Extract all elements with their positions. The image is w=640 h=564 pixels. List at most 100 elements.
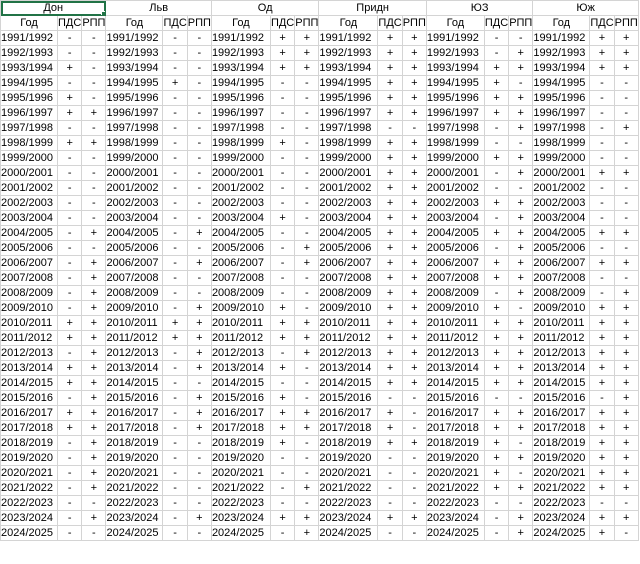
pds-cell[interactable]: - — [56, 435, 83, 451]
rpp-cell[interactable]: + — [294, 30, 320, 46]
rpp-cell[interactable]: + — [401, 285, 427, 301]
rpp-cell[interactable]: + — [613, 405, 639, 421]
pds-cell[interactable]: + — [162, 330, 188, 346]
rpp-cell[interactable]: - — [186, 180, 212, 196]
column-header-cell[interactable]: ПДС — [483, 15, 510, 31]
rpp-cell[interactable]: + — [508, 150, 534, 166]
year-cell[interactable]: 2007/2008 — [210, 270, 271, 286]
rpp-cell[interactable]: + — [508, 195, 534, 211]
rpp-cell[interactable]: - — [186, 480, 212, 496]
pds-cell[interactable]: - — [56, 210, 83, 226]
year-cell[interactable]: 1993/1994 — [425, 60, 485, 76]
year-cell[interactable]: 2003/2004 — [318, 210, 379, 226]
pds-cell[interactable]: - — [483, 495, 510, 511]
rpp-cell[interactable]: + — [613, 330, 639, 346]
column-header-cell[interactable]: РПП — [613, 15, 639, 31]
pds-cell[interactable]: - — [269, 105, 296, 121]
pds-cell[interactable]: + — [377, 300, 403, 316]
rpp-cell[interactable]: + — [508, 525, 534, 541]
rpp-cell[interactable]: + — [81, 360, 107, 376]
rpp-cell[interactable]: + — [613, 360, 639, 376]
pds-cell[interactable]: - — [56, 345, 83, 361]
year-cell[interactable]: 2020/2021 — [0, 465, 58, 481]
rpp-cell[interactable]: - — [186, 495, 212, 511]
pds-cell[interactable]: - — [56, 255, 83, 271]
pds-cell[interactable]: - — [162, 390, 188, 406]
year-cell[interactable]: 2022/2023 — [532, 495, 591, 511]
rpp-cell[interactable]: + — [613, 255, 639, 271]
pds-cell[interactable]: - — [269, 225, 296, 241]
pds-cell[interactable]: - — [589, 150, 615, 166]
pds-cell[interactable]: + — [483, 150, 510, 166]
year-cell[interactable]: 2024/2025 — [532, 525, 591, 541]
pds-cell[interactable]: - — [269, 150, 296, 166]
rpp-cell[interactable]: - — [186, 45, 212, 61]
rpp-cell[interactable]: + — [81, 435, 107, 451]
pds-cell[interactable]: - — [162, 255, 188, 271]
region-header-cell[interactable]: Льв — [105, 0, 212, 16]
pds-cell[interactable]: - — [269, 180, 296, 196]
year-cell[interactable]: 1999/2000 — [0, 150, 58, 166]
rpp-cell[interactable]: + — [81, 300, 107, 316]
column-header-cell[interactable]: Год — [210, 15, 271, 31]
year-cell[interactable]: 2019/2020 — [105, 450, 164, 466]
year-cell[interactable]: 2021/2022 — [0, 480, 58, 496]
rpp-cell[interactable]: + — [186, 360, 212, 376]
pds-cell[interactable]: + — [377, 75, 403, 91]
pds-cell[interactable]: - — [589, 195, 615, 211]
year-cell[interactable]: 2011/2012 — [532, 330, 591, 346]
rpp-cell[interactable]: - — [294, 390, 320, 406]
pds-cell[interactable]: + — [377, 210, 403, 226]
rpp-cell[interactable]: + — [81, 375, 107, 391]
pds-cell[interactable]: - — [269, 525, 296, 541]
rpp-cell[interactable]: - — [401, 525, 427, 541]
year-cell[interactable]: 2004/2005 — [105, 225, 164, 241]
pds-cell[interactable]: - — [162, 165, 188, 181]
pds-cell[interactable]: - — [56, 285, 83, 301]
pds-cell[interactable]: - — [483, 240, 510, 256]
year-cell[interactable]: 2008/2009 — [532, 285, 591, 301]
year-cell[interactable]: 2010/2011 — [425, 315, 485, 331]
rpp-cell[interactable]: + — [401, 105, 427, 121]
pds-cell[interactable]: + — [377, 330, 403, 346]
rpp-cell[interactable]: + — [401, 315, 427, 331]
year-cell[interactable]: 2007/2008 — [0, 270, 58, 286]
year-cell[interactable]: 1997/1998 — [210, 120, 271, 136]
rpp-cell[interactable]: - — [401, 390, 427, 406]
rpp-cell[interactable]: - — [186, 195, 212, 211]
column-header-cell[interactable]: ПДС — [56, 15, 83, 31]
year-cell[interactable]: 1996/1997 — [532, 105, 591, 121]
pds-cell[interactable]: - — [483, 180, 510, 196]
rpp-cell[interactable]: + — [401, 30, 427, 46]
rpp-cell[interactable]: + — [186, 390, 212, 406]
year-cell[interactable]: 2017/2018 — [105, 420, 164, 436]
year-cell[interactable]: 2015/2016 — [210, 390, 271, 406]
pds-cell[interactable]: - — [162, 90, 188, 106]
pds-cell[interactable]: + — [589, 360, 615, 376]
year-cell[interactable]: 2022/2023 — [105, 495, 164, 511]
pds-cell[interactable]: - — [483, 285, 510, 301]
year-cell[interactable]: 2017/2018 — [0, 420, 58, 436]
pds-cell[interactable]: + — [377, 135, 403, 151]
rpp-cell[interactable]: + — [401, 165, 427, 181]
year-cell[interactable]: 2009/2010 — [425, 300, 485, 316]
pds-cell[interactable]: + — [377, 270, 403, 286]
rpp-cell[interactable]: - — [81, 195, 107, 211]
pds-cell[interactable]: - — [483, 525, 510, 541]
year-cell[interactable]: 2003/2004 — [210, 210, 271, 226]
year-cell[interactable]: 2021/2022 — [425, 480, 485, 496]
year-cell[interactable]: 2003/2004 — [0, 210, 58, 226]
pds-cell[interactable]: - — [162, 120, 188, 136]
year-cell[interactable]: 2005/2006 — [105, 240, 164, 256]
rpp-cell[interactable]: + — [401, 360, 427, 376]
rpp-cell[interactable]: + — [613, 45, 639, 61]
pds-cell[interactable]: - — [162, 495, 188, 511]
year-cell[interactable]: 2014/2015 — [318, 375, 379, 391]
pds-cell[interactable]: + — [377, 405, 403, 421]
year-cell[interactable]: 2001/2002 — [425, 180, 485, 196]
year-cell[interactable]: 2018/2019 — [0, 435, 58, 451]
pds-cell[interactable]: - — [589, 90, 615, 106]
pds-cell[interactable]: + — [589, 255, 615, 271]
pds-cell[interactable]: - — [483, 210, 510, 226]
year-cell[interactable]: 2019/2020 — [532, 450, 591, 466]
